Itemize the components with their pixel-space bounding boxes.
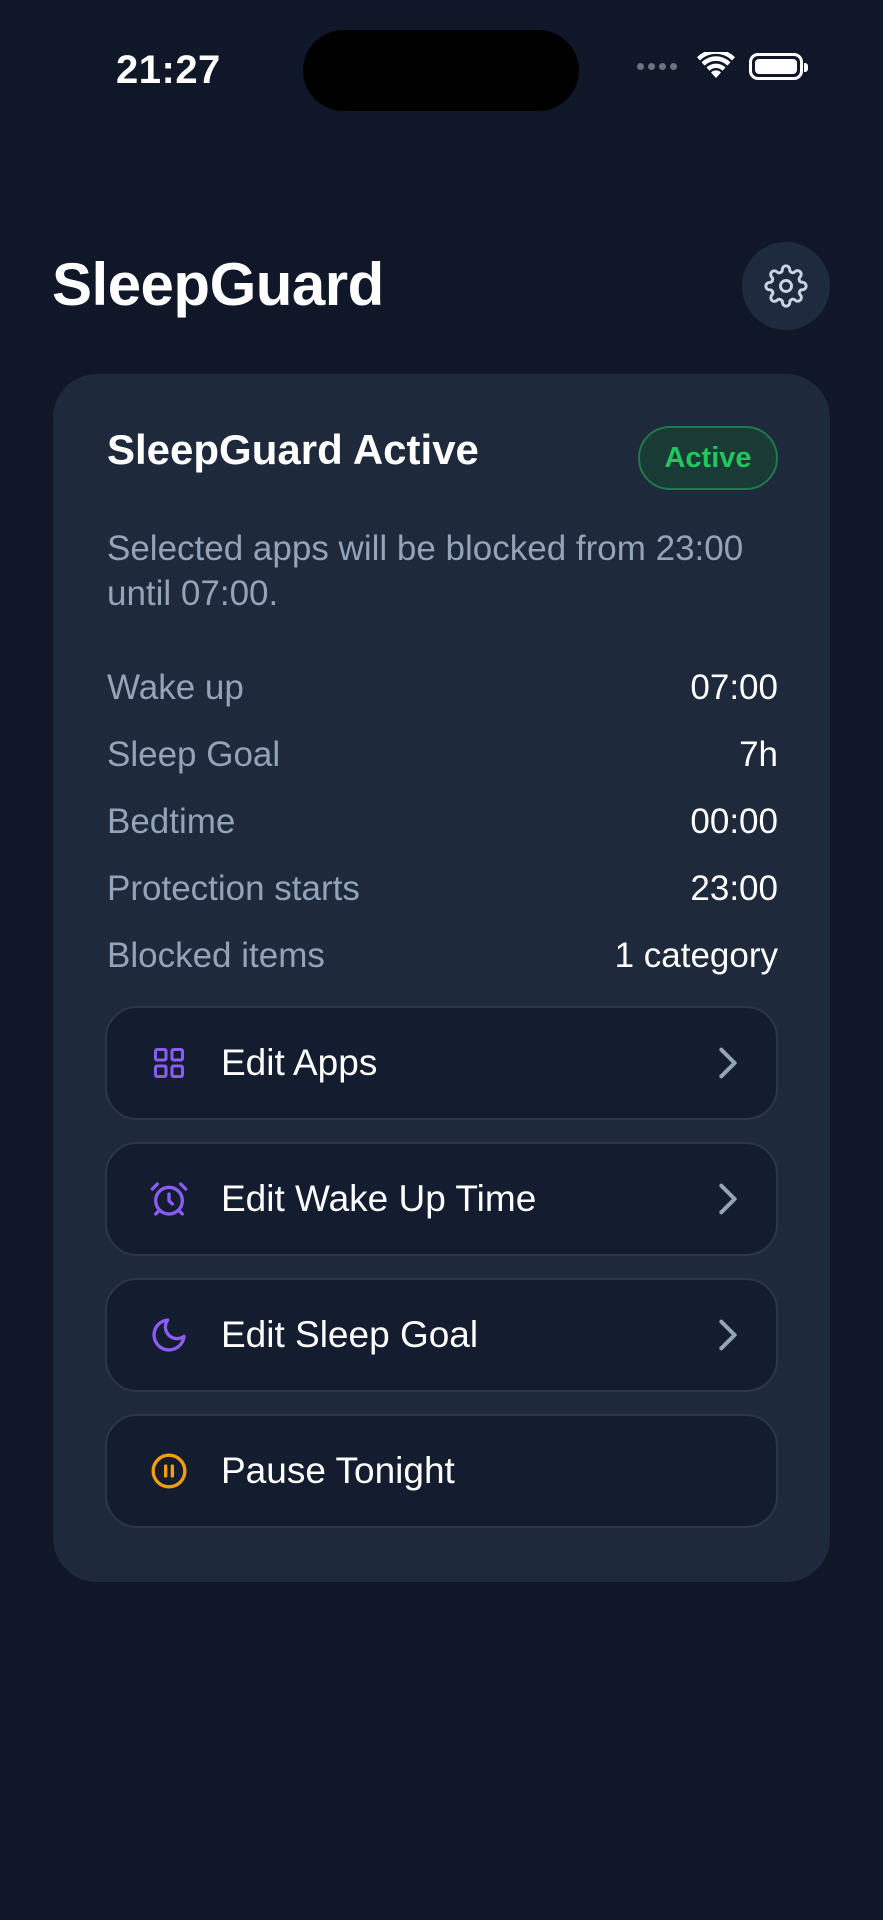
battery-icon [749,52,808,80]
info-rows: Wake up 07:00 Sleep Goal 7h Bedtime 00:0… [107,654,778,989]
alarm-clock-icon [149,1179,189,1219]
screen: 21:27 SleepGuard SleepGuard Active Activ… [0,0,883,1920]
chevron-right-icon [716,1043,740,1083]
info-label: Blocked items [107,935,325,975]
pause-tonight-label: Pause Tonight [221,1450,455,1491]
card-title: SleepGuard Active [107,426,479,473]
status-card: SleepGuard Active Active Selected apps w… [53,374,830,1582]
info-label: Bedtime [107,801,236,841]
pause-circle-icon [149,1451,189,1491]
gear-icon [764,264,808,308]
cellular-signal-icon [637,62,677,70]
info-row-protection-starts: Protection starts 23:00 [107,855,778,922]
info-row-sleep-goal: Sleep Goal 7h [107,721,778,788]
grid-icon [149,1043,189,1083]
info-value: 23:00 [690,868,778,908]
card-description: Selected apps will be blocked from 23:00… [107,529,744,613]
edit-apps-button[interactable]: Edit Apps [105,1006,778,1120]
action-list: Edit Apps Edit Wake Up Time Edit Sleep G… [105,1006,778,1550]
info-value: 1 category [614,935,778,975]
settings-button[interactable] [742,242,830,330]
chevron-right-icon [716,1179,740,1219]
edit-sleep-goal-button[interactable]: Edit Sleep Goal [105,1278,778,1392]
status-icons [637,52,808,80]
chevron-right-icon [716,1315,740,1355]
info-row-blocked-items: Blocked items 1 category [107,922,778,989]
info-label: Protection starts [107,868,360,908]
info-value: 7h [739,734,778,774]
info-row-wake-up: Wake up 07:00 [107,654,778,721]
edit-sleep-goal-label: Edit Sleep Goal [221,1314,479,1355]
wifi-icon [697,52,735,78]
info-value: 00:00 [690,801,778,841]
edit-wake-up-time-label: Edit Wake Up Time [221,1178,537,1219]
pause-tonight-button[interactable]: Pause Tonight [105,1414,778,1528]
info-value: 07:00 [690,667,778,707]
edit-wake-up-time-button[interactable]: Edit Wake Up Time [105,1142,778,1256]
info-label: Wake up [107,667,244,707]
moon-icon [149,1315,189,1355]
dynamic-island [303,30,579,111]
info-row-bedtime: Bedtime 00:00 [107,788,778,855]
status-badge: Active [638,426,778,490]
info-label: Sleep Goal [107,734,281,774]
app-title: SleepGuard [52,251,384,318]
status-time: 21:27 [116,48,221,92]
edit-apps-label: Edit Apps [221,1042,378,1083]
